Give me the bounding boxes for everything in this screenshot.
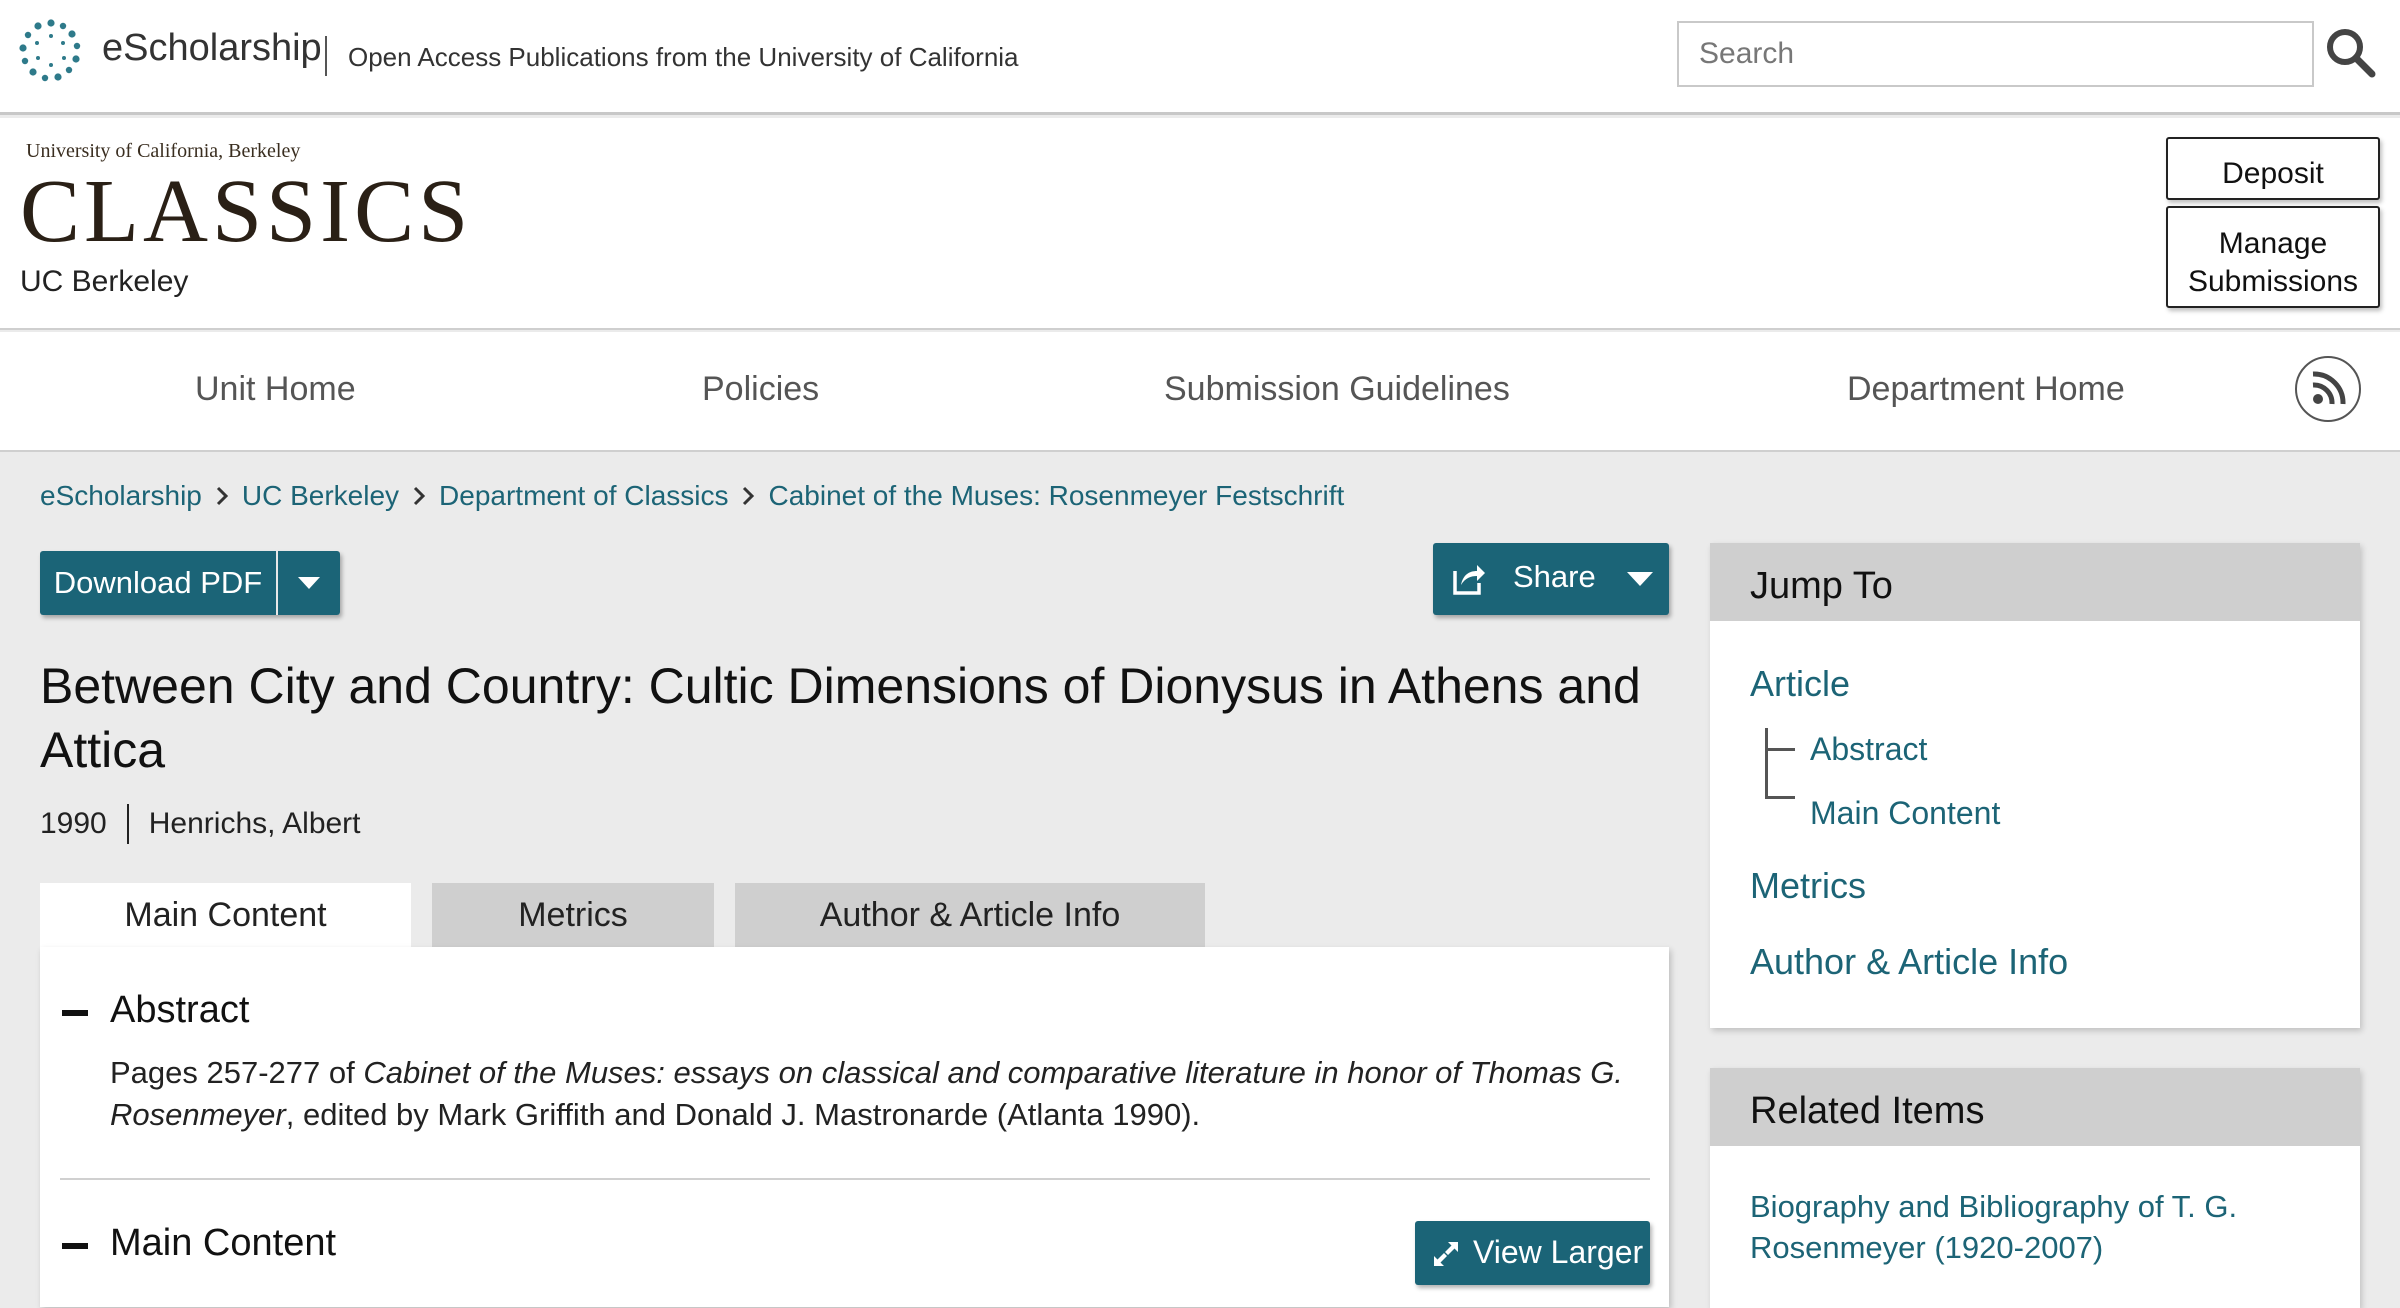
jump-main-content-link[interactable]: Main Content	[1810, 795, 2000, 832]
jump-author-info-link[interactable]: Author & Article Info	[1750, 941, 2068, 983]
tab-main-content[interactable]: Main Content	[40, 883, 411, 947]
breadcrumb-escholarship[interactable]: eScholarship	[40, 480, 202, 512]
share-label: Share	[1513, 559, 1596, 594]
nav-submission-guidelines[interactable]: Submission Guidelines	[1164, 370, 1510, 409]
header-divider	[325, 36, 327, 76]
article-title: Between City and Country: Cultic Dimensi…	[40, 658, 1641, 778]
view-larger-label: View Larger	[1473, 1234, 1644, 1270]
abstract-text: Pages 257-277 of Cabinet of the Muses: e…	[110, 1052, 1650, 1136]
jump-to-box: Jump To Article Abstract Main Content Me…	[1710, 543, 2360, 1028]
escholarship-logo-icon[interactable]	[18, 18, 84, 84]
nav-department-home[interactable]: Department Home	[1847, 370, 2125, 409]
nav-unit-home[interactable]: Unit Home	[195, 370, 356, 409]
unit-nav: Unit Home Policies Submission Guidelines…	[0, 332, 2400, 452]
breadcrumb-department[interactable]: Department of Classics	[439, 480, 728, 512]
jump-abstract-link[interactable]: Abstract	[1810, 731, 1927, 768]
manage-submissions-button[interactable]: Manage Submissions	[2166, 206, 2380, 308]
unit-header: University of California, Berkeley CLASS…	[0, 118, 2400, 330]
download-options-button[interactable]	[276, 551, 340, 615]
tab-author-article-info[interactable]: Author & Article Info	[735, 883, 1205, 947]
view-larger-button[interactable]: View Larger	[1415, 1221, 1650, 1285]
meta-divider	[126, 804, 129, 844]
site-brand[interactable]: eScholarship	[102, 27, 322, 70]
tab-metrics[interactable]: Metrics	[432, 883, 714, 947]
section-divider	[60, 1178, 1650, 1180]
nav-policies[interactable]: Policies	[702, 370, 819, 409]
unit-logo-title[interactable]: CLASSICS	[20, 160, 472, 263]
caret-down-icon	[1627, 572, 1653, 586]
related-item-link[interactable]: Biography and Bibliography of T. G. Rose…	[1750, 1186, 2270, 1268]
search-icon[interactable]	[2322, 24, 2378, 80]
main-content-heading[interactable]: Main Content	[110, 1222, 336, 1265]
download-pdf-button[interactable]: Download PDF	[40, 551, 276, 615]
share-icon	[1453, 565, 1485, 595]
unit-name: UC Berkeley	[20, 265, 189, 298]
abstract-heading[interactable]: Abstract	[110, 989, 249, 1032]
chevron-right-icon	[728, 481, 768, 511]
deposit-button[interactable]: Deposit	[2166, 137, 2380, 200]
article-year: 1990	[40, 807, 107, 840]
chevron-right-icon	[399, 481, 439, 511]
tree-connector	[1765, 796, 1795, 799]
expand-icon	[1434, 1242, 1458, 1266]
collapse-main-content-icon[interactable]	[62, 1243, 88, 1249]
tree-connector	[1765, 748, 1795, 751]
rss-icon	[2312, 371, 2346, 405]
site-header: eScholarship Open Access Publications fr…	[0, 0, 2400, 115]
abstract-text-before: Pages 257-277 of	[110, 1055, 364, 1090]
site-tagline: Open Access Publications from the Univer…	[348, 42, 1019, 72]
related-items-box: Related Items Biography and Bibliography…	[1710, 1068, 2360, 1308]
related-items-heading: Related Items	[1710, 1068, 2360, 1146]
breadcrumb-series[interactable]: Cabinet of the Muses: Rosenmeyer Festsch…	[768, 480, 1344, 512]
abstract-text-after: , edited by Mark Griffith and Donald J. …	[285, 1097, 1201, 1132]
jump-to-heading: Jump To	[1710, 543, 2360, 621]
breadcrumb-uc-berkeley[interactable]: UC Berkeley	[242, 480, 399, 512]
caret-down-icon	[298, 577, 320, 589]
jump-metrics-link[interactable]: Metrics	[1750, 865, 1866, 907]
manage-label-line1: Manage	[2218, 226, 2328, 260]
chevron-right-icon	[202, 481, 242, 511]
search-input[interactable]	[1677, 21, 2314, 87]
jump-article-link[interactable]: Article	[1750, 663, 1850, 705]
breadcrumb: eScholarship UC Berkeley Department of C…	[40, 478, 1344, 514]
main-content-panel: Abstract Pages 257-277 of Cabinet of the…	[40, 947, 1669, 1307]
article-meta: 1990 Henrichs, Albert	[40, 804, 361, 844]
rss-button[interactable]	[2295, 356, 2361, 422]
article-author[interactable]: Henrichs, Albert	[149, 807, 361, 841]
collapse-abstract-icon[interactable]	[62, 1010, 88, 1016]
share-button[interactable]: Share	[1433, 543, 1669, 615]
tree-connector	[1765, 728, 1768, 799]
download-group: Download PDF	[40, 551, 340, 615]
manage-label-line2: Submissions	[2187, 264, 2359, 298]
